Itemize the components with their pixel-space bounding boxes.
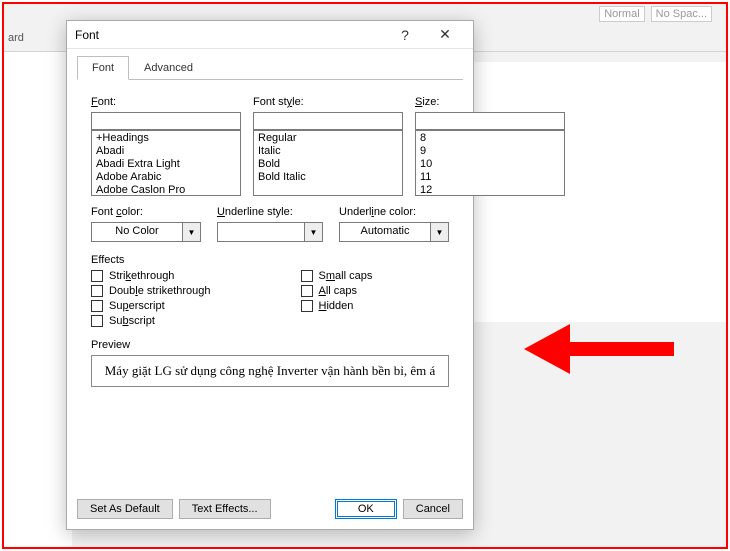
hidden-checkbox[interactable]: Hidden: [301, 300, 373, 312]
tab-font[interactable]: Font: [77, 56, 129, 80]
ok-button[interactable]: OK: [335, 499, 397, 519]
font-input[interactable]: [91, 112, 241, 130]
list-item[interactable]: Regular: [254, 132, 402, 145]
font-label: FFont:ont:: [91, 96, 241, 108]
double-strikethrough-checkbox[interactable]: Double strikethrough: [91, 285, 211, 297]
font-color-value: No Color: [91, 222, 183, 242]
set-default-button[interactable]: Set As Default: [77, 499, 173, 519]
list-item[interactable]: 10: [416, 158, 564, 171]
list-item[interactable]: Adobe Arabic: [92, 171, 240, 184]
preview-group-label: Preview: [91, 339, 449, 351]
help-button[interactable]: ?: [385, 21, 425, 49]
all-caps-checkbox[interactable]: All caps: [301, 285, 373, 297]
list-item[interactable]: Bold: [254, 158, 402, 171]
font-style-input[interactable]: [253, 112, 403, 130]
list-item[interactable]: +Headings: [92, 132, 240, 145]
small-caps-checkbox[interactable]: Small caps: [301, 270, 373, 282]
style-gallery: Normal No Spac...: [599, 6, 712, 22]
tabs: Font Advanced: [77, 55, 463, 80]
font-style-label: Font style:: [253, 96, 403, 108]
close-button[interactable]: ✕: [425, 21, 465, 49]
font-style-listbox[interactable]: Regular Italic Bold Bold Italic: [253, 130, 403, 196]
style-nospacing[interactable]: No Spac...: [651, 6, 712, 22]
style-normal[interactable]: Normal: [599, 6, 644, 22]
chevron-down-icon[interactable]: ▼: [305, 222, 323, 242]
cancel-button[interactable]: Cancel: [403, 499, 463, 519]
list-item[interactable]: Abadi: [92, 145, 240, 158]
chevron-down-icon[interactable]: ▼: [183, 222, 201, 242]
dialog-title: Font: [75, 28, 385, 42]
subscript-checkbox[interactable]: Subscript: [91, 315, 211, 327]
font-listbox[interactable]: +Headings Abadi Abadi Extra Light Adobe …: [91, 130, 241, 196]
underline-style-combo[interactable]: ▼: [217, 222, 323, 242]
tab-advanced[interactable]: Advanced: [129, 56, 208, 80]
underline-style-value: [217, 222, 305, 242]
size-listbox[interactable]: 8 9 10 11 12: [415, 130, 565, 196]
list-item[interactable]: 11: [416, 171, 564, 184]
list-item[interactable]: Abadi Extra Light: [92, 158, 240, 171]
superscript-checkbox[interactable]: Superscript: [91, 300, 211, 312]
list-item[interactable]: 8: [416, 132, 564, 145]
list-item[interactable]: 12: [416, 184, 564, 196]
text-effects-button[interactable]: Text Effects...: [179, 499, 271, 519]
font-color-label: Font color:: [91, 206, 201, 218]
underline-color-value: Automatic: [339, 222, 431, 242]
list-item[interactable]: Italic: [254, 145, 402, 158]
list-item[interactable]: Adobe Caslon Pro: [92, 184, 240, 196]
chevron-down-icon[interactable]: ▼: [431, 222, 449, 242]
underline-style-label: Underline style:: [217, 206, 323, 218]
font-dialog: Font ? ✕ Font Advanced FFont:ont: +Headi…: [66, 20, 474, 530]
clipboard-panel-label: ard: [8, 32, 24, 44]
list-item[interactable]: 9: [416, 145, 564, 158]
font-color-combo[interactable]: No Color ▼: [91, 222, 201, 242]
underline-color-combo[interactable]: Automatic ▼: [339, 222, 449, 242]
size-label: Size:: [415, 96, 565, 108]
underline-color-label: Underline color:: [339, 206, 449, 218]
list-item[interactable]: Bold Italic: [254, 171, 402, 184]
effects-group-label: Effects: [91, 254, 449, 266]
preview-box: Máy giặt LG sử dụng công nghệ Inverter v…: [91, 355, 449, 387]
titlebar[interactable]: Font ? ✕: [67, 21, 473, 49]
strikethrough-checkbox[interactable]: Strikethrough: [91, 270, 211, 282]
size-input[interactable]: [415, 112, 565, 130]
